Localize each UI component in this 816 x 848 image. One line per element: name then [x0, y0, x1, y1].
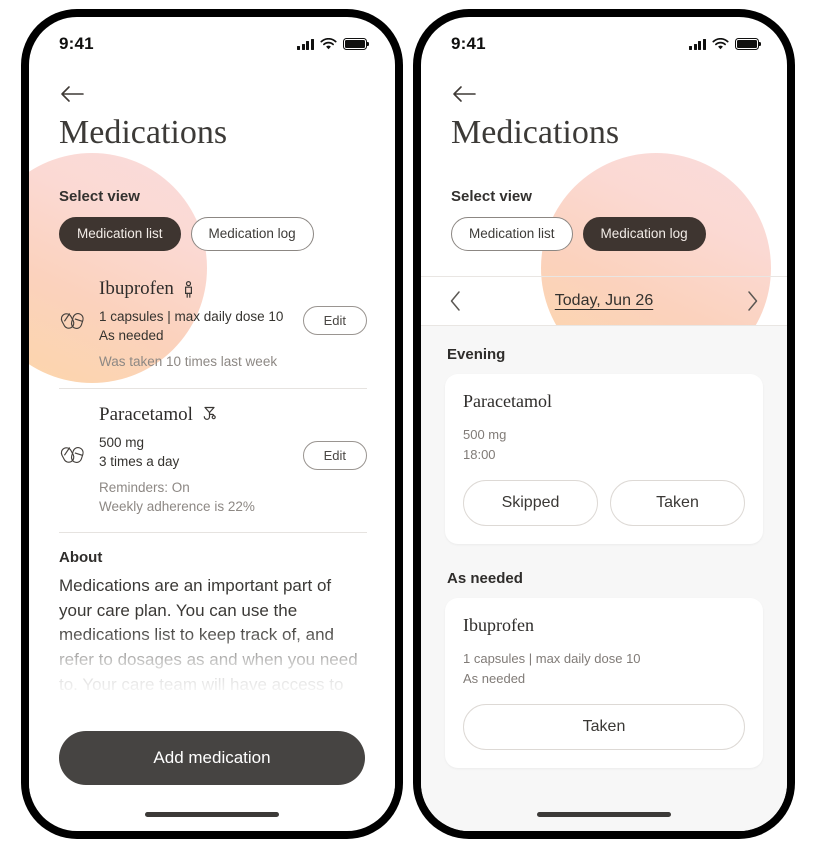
- status-icons: [689, 38, 762, 50]
- log-card[interactable]: Ibuprofen 1 capsules | max daily dose 10…: [445, 598, 763, 769]
- log-section-title-as-needed: As needed: [447, 570, 523, 588]
- view-toggle-group: Medication list Medication log: [421, 205, 787, 252]
- tab-medication-list[interactable]: Medication list: [451, 217, 573, 252]
- capsules-icon: [59, 441, 93, 474]
- medication-details: Paracetamol 500 mg 3 times a day Reminde…: [93, 403, 303, 517]
- back-button[interactable]: [421, 63, 787, 105]
- home-indicator[interactable]: [537, 811, 671, 817]
- home-indicator[interactable]: [145, 811, 279, 817]
- log-card[interactable]: Paracetamol 500 mg 18:00 Skipped Taken: [445, 374, 763, 545]
- tab-medication-list[interactable]: Medication list: [59, 217, 181, 252]
- taken-button[interactable]: Taken: [463, 704, 745, 751]
- medication-schedule: As needed: [99, 328, 164, 344]
- phone-medication-list: 9:41 Medications Select view Medication …: [21, 9, 403, 839]
- status-bar-right: 9:41: [421, 17, 787, 63]
- medication-note: Was taken 10 times last week: [99, 354, 278, 370]
- status-time: 9:41: [59, 34, 94, 53]
- cellular-bars-icon: [689, 38, 706, 50]
- medication-name: Paracetamol: [99, 403, 193, 425]
- primary-action-bar: Add medication: [29, 731, 395, 797]
- skipped-button[interactable]: Skipped: [463, 480, 598, 527]
- wifi-icon: [712, 38, 729, 50]
- screen-medication-list: 9:41 Medications Select view Medication …: [29, 17, 395, 831]
- current-date-label[interactable]: Today, Jun 26: [555, 292, 653, 310]
- chevron-right-icon[interactable]: [746, 290, 759, 312]
- person-icon: [184, 280, 192, 298]
- log-card-actions: Skipped Taken: [463, 480, 745, 527]
- medication-dose: 1 capsules | max daily dose 10: [99, 309, 284, 325]
- log-card-actions: Taken: [463, 704, 745, 751]
- add-medication-button[interactable]: Add medication: [59, 731, 365, 785]
- cellular-bars-icon: [297, 38, 314, 50]
- arrow-left-icon: [61, 86, 84, 102]
- home-indicator-area: [29, 797, 395, 831]
- log-section-title-evening: Evening: [447, 346, 506, 364]
- status-icons: [297, 38, 370, 50]
- page-title: Medications: [59, 114, 228, 151]
- edit-medication-button[interactable]: Edit: [302, 440, 367, 470]
- medication-row[interactable]: Ibuprofen 1 capsules | max daily dose 10…: [29, 279, 395, 371]
- list-divider: [59, 532, 367, 534]
- screen-medication-log: 9:41 Medications Select view Medication …: [421, 17, 787, 831]
- about-section: About Medications are an important part …: [29, 549, 395, 746]
- stethoscope-icon: [203, 406, 216, 420]
- back-button[interactable]: [29, 63, 395, 105]
- capsules-icon: [59, 307, 93, 340]
- log-card-medication-name: Ibuprofen: [463, 615, 534, 636]
- view-toggle-group: Medication list Medication log: [29, 205, 395, 252]
- medication-note: Reminders: On: [99, 479, 190, 495]
- date-navigator: Today, Jun 26: [421, 276, 787, 327]
- medication-name-line: Ibuprofen: [99, 279, 303, 300]
- medication-schedule: 3 times a day: [99, 453, 180, 469]
- medication-name: Ibuprofen: [99, 279, 174, 300]
- select-view-label: Select view: [59, 188, 140, 206]
- wifi-icon: [320, 38, 337, 50]
- about-body: Medications are an important part of you…: [59, 576, 358, 743]
- medication-row[interactable]: Paracetamol 500 mg 3 times a day Reminde…: [29, 403, 395, 517]
- medication-details: Ibuprofen 1 capsules | max daily dose 10…: [93, 279, 303, 371]
- about-title: About: [59, 549, 103, 567]
- page-content-right: Medications Select view Medication list …: [421, 63, 787, 797]
- tab-medication-log[interactable]: Medication log: [190, 217, 314, 252]
- page-content-left: Medications Select view Medication list …: [29, 63, 395, 797]
- status-time: 9:41: [451, 34, 486, 53]
- tab-medication-log[interactable]: Medication log: [582, 217, 706, 252]
- select-view-label: Select view: [451, 188, 532, 206]
- medication-note: Weekly adherence is 22%: [99, 499, 255, 514]
- battery-full-icon: [735, 38, 762, 50]
- chevron-left-icon[interactable]: [449, 290, 462, 312]
- page-title: Medications: [451, 114, 620, 151]
- arrow-left-icon: [453, 86, 476, 102]
- log-card-dose: 1 capsules | max daily dose 10: [463, 651, 641, 667]
- medication-list-scroll[interactable]: Ibuprofen 1 capsules | max daily dose 10…: [29, 279, 395, 797]
- edit-medication-button[interactable]: Edit: [302, 306, 367, 336]
- medication-name-line: Paracetamol: [99, 403, 303, 426]
- log-card-time: 18:00: [463, 446, 496, 462]
- log-card-medication-name: Paracetamol: [463, 391, 552, 412]
- medication-log-scroll[interactable]: Evening Paracetamol 500 mg 18:00 Skipped…: [421, 326, 787, 797]
- log-card-dose: 500 mg: [463, 427, 507, 443]
- battery-full-icon: [343, 38, 370, 50]
- home-indicator-area: [421, 797, 787, 831]
- list-divider: [59, 387, 367, 389]
- status-bar-left: 9:41: [29, 17, 395, 63]
- screenshot-stage: 9:41 Medications Select view Medication …: [0, 0, 816, 848]
- log-card-schedule: As needed: [463, 670, 526, 686]
- medication-dose: 500 mg: [99, 434, 145, 450]
- phone-medication-log: 9:41 Medications Select view Medication …: [413, 9, 795, 839]
- taken-button[interactable]: Taken: [610, 480, 745, 527]
